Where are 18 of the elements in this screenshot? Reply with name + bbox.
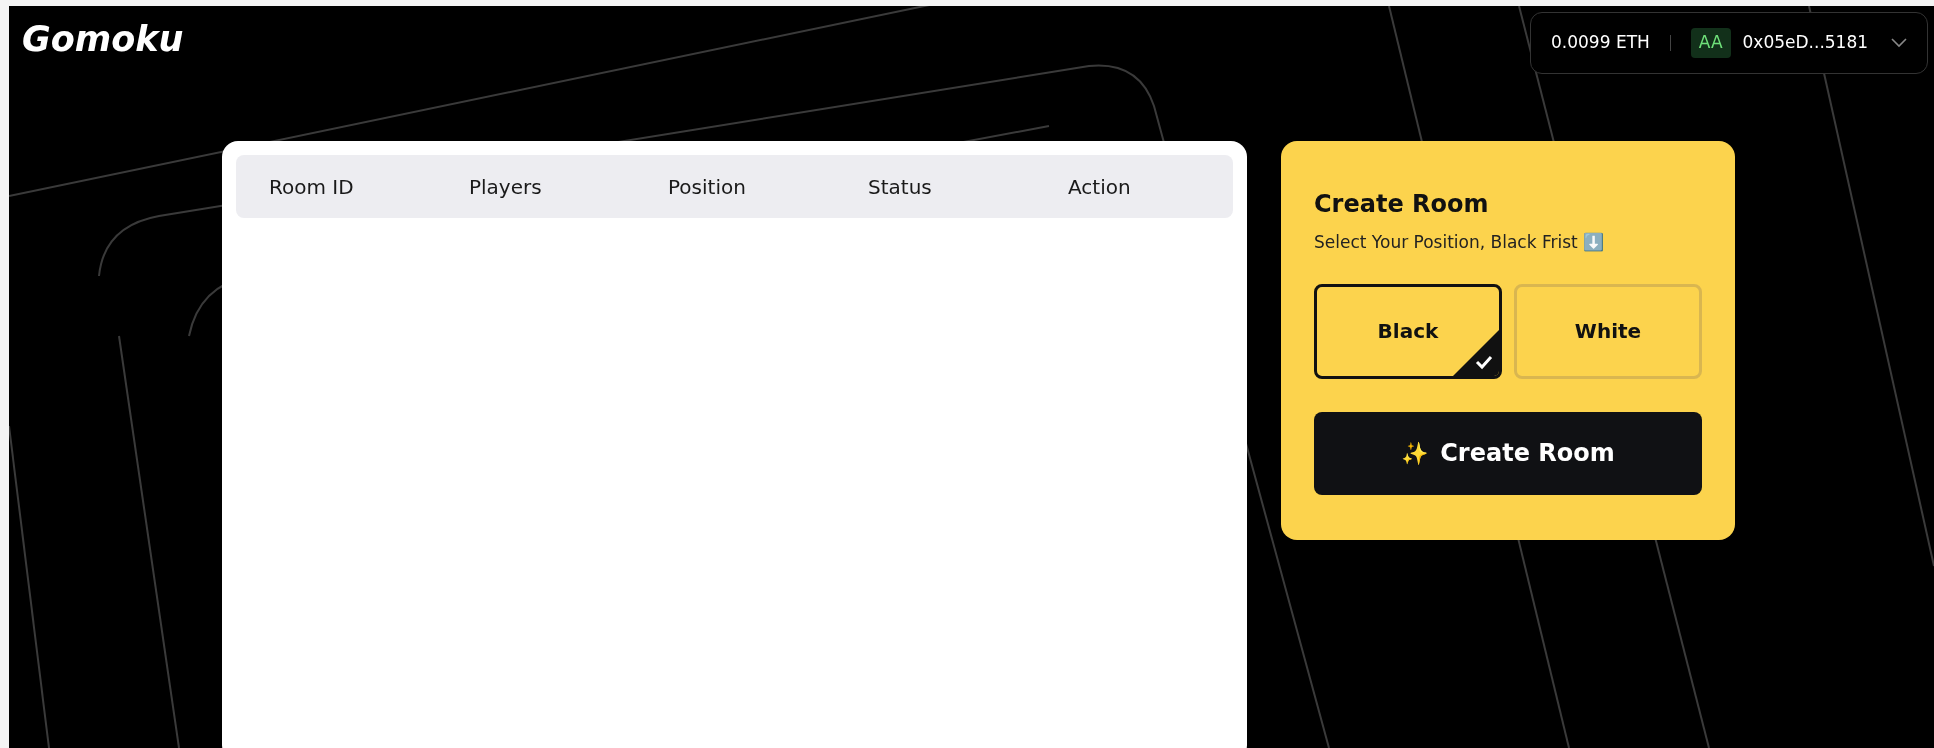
position-option[interactable]: White bbox=[1514, 283, 1702, 379]
column-header: Action bbox=[1068, 173, 1131, 201]
wallet-address: 0x05eD...5181 bbox=[1742, 31, 1869, 55]
check-corner-icon bbox=[1453, 329, 1499, 376]
panel-title: Create Room bbox=[1314, 189, 1490, 220]
position-option[interactable]: Black bbox=[1314, 283, 1502, 379]
panel-subtitle: Select Your Position, Black Frist ⬇ bbox=[1314, 231, 1606, 254]
column-header: Room ID bbox=[269, 173, 354, 201]
create-room-button[interactable]: ✨ Create Room bbox=[1314, 411, 1702, 495]
column-header: Position bbox=[668, 173, 746, 201]
balance-text: 0.0099 ETH bbox=[1551, 31, 1650, 55]
chevron-down-icon bbox=[1891, 38, 1907, 48]
wallet-panel[interactable]: 0.0099 ETH AA 0x05eD...5181 bbox=[1530, 12, 1928, 74]
column-header: Status bbox=[868, 173, 932, 201]
account-badge: AA bbox=[1690, 28, 1731, 58]
app-logo: Gomoku bbox=[22, 22, 184, 57]
column-header: Players bbox=[469, 173, 542, 201]
sparkles-icon: ✨ bbox=[1401, 436, 1429, 470]
